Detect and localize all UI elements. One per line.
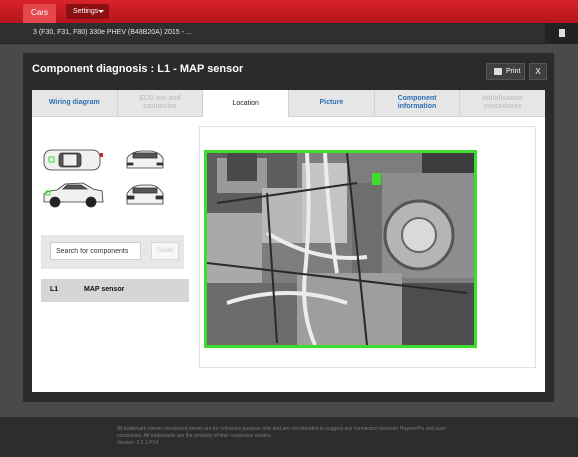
component-search-box: Reset bbox=[41, 235, 184, 269]
footer-disclaimer: All trademark names mentioned herein are… bbox=[117, 426, 477, 447]
vehicle-title: 3 (F30, F31, F80) 330e PHEV (B48B20A) 20… bbox=[33, 29, 192, 36]
modal-body: Wiring diagram ECU pin and connector Loc… bbox=[32, 90, 546, 392]
print-label: Print bbox=[506, 68, 521, 75]
settings-label: Settings bbox=[73, 8, 99, 15]
document-icon bbox=[559, 29, 565, 37]
tab-picture[interactable]: Picture bbox=[289, 90, 375, 117]
car-silhouette-views bbox=[43, 149, 164, 208]
component-diagnosis-modal: Component diagnosis : L1 - MAP sensor Pr… bbox=[23, 53, 554, 402]
component-list-item[interactable]: L1 MAP sensor bbox=[41, 279, 189, 302]
modal-title: Component diagnosis : L1 - MAP sensor bbox=[32, 63, 244, 75]
tab-wiring-diagram[interactable]: Wiring diagram bbox=[32, 90, 118, 117]
printer-icon bbox=[494, 68, 502, 75]
location-picture-panel bbox=[199, 126, 536, 368]
tab-bar: Wiring diagram ECU pin and connector Loc… bbox=[32, 90, 546, 117]
map-sensor-highlight bbox=[372, 173, 381, 185]
vehicle-action-button[interactable] bbox=[545, 23, 578, 44]
top-nav-bar: Cars Settings bbox=[0, 0, 578, 23]
tab-location[interactable]: Location bbox=[203, 90, 290, 117]
tab-ecu-pin-and-connector: ECU pin and connector bbox=[117, 90, 204, 117]
print-button[interactable]: Print bbox=[486, 63, 525, 80]
search-input[interactable] bbox=[50, 242, 141, 260]
component-code: L1 bbox=[50, 286, 59, 293]
component-name: MAP sensor bbox=[84, 286, 125, 293]
footer-version: Version: 3.2.1-P14 bbox=[117, 440, 159, 446]
tab-cars[interactable]: Cars bbox=[23, 4, 56, 23]
car-location-views[interactable] bbox=[41, 146, 183, 212]
vehicle-bar: 3 (F30, F31, F80) 330e PHEV (B48B20A) 20… bbox=[0, 23, 578, 44]
chevron-down-icon bbox=[98, 10, 104, 13]
car-top-view bbox=[43, 149, 101, 171]
tab-component-information[interactable]: Component information bbox=[374, 90, 461, 117]
engine-bay-photo bbox=[204, 150, 477, 348]
car-front-view bbox=[126, 150, 164, 169]
settings-button[interactable]: Settings bbox=[66, 4, 109, 19]
footer-line-2: companies. All trademarks are the proper… bbox=[117, 433, 273, 439]
engine-bay-image bbox=[207, 153, 474, 345]
reset-button[interactable]: Reset bbox=[151, 242, 179, 260]
car-side-view bbox=[43, 182, 104, 208]
car-rear-view bbox=[126, 184, 164, 205]
footer: All trademark names mentioned herein are… bbox=[0, 417, 578, 457]
footer-line-1: All trademark names mentioned herein are… bbox=[117, 426, 447, 432]
close-button[interactable]: X bbox=[529, 63, 547, 80]
tab-initialisation-procedures: Initialisation procedures bbox=[460, 90, 546, 117]
